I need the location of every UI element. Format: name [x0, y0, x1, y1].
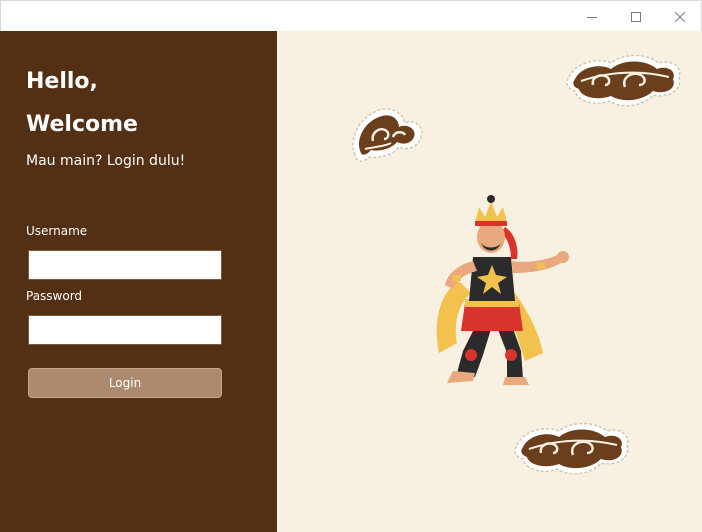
greeting-welcome: Welcome — [26, 112, 138, 137]
megamendung-cloud-icon — [514, 422, 629, 475]
password-input[interactable] — [28, 315, 222, 345]
minimize-icon — [587, 16, 597, 18]
username-input[interactable] — [28, 250, 222, 280]
decorative-panel — [277, 31, 702, 532]
login-button[interactable]: Login — [28, 368, 222, 398]
minimize-button[interactable] — [569, 1, 615, 32]
username-label: Username — [26, 224, 88, 238]
maximize-button[interactable] — [613, 1, 659, 32]
login-panel: Hello, Welcome Mau main? Login dulu! Use… — [0, 31, 277, 532]
megamendung-cloud-icon — [566, 54, 681, 107]
title-bar — [0, 0, 702, 31]
close-icon — [674, 11, 686, 22]
megamendung-cloud-icon — [352, 108, 423, 162]
close-button[interactable] — [657, 1, 702, 32]
greeting-hello: Hello, — [26, 69, 98, 94]
greeting-subtitle: Mau main? Login dulu! — [26, 153, 186, 169]
maximize-icon — [631, 11, 641, 22]
password-label: Password — [26, 289, 83, 303]
wayang-character-illustration — [436, 195, 569, 385]
